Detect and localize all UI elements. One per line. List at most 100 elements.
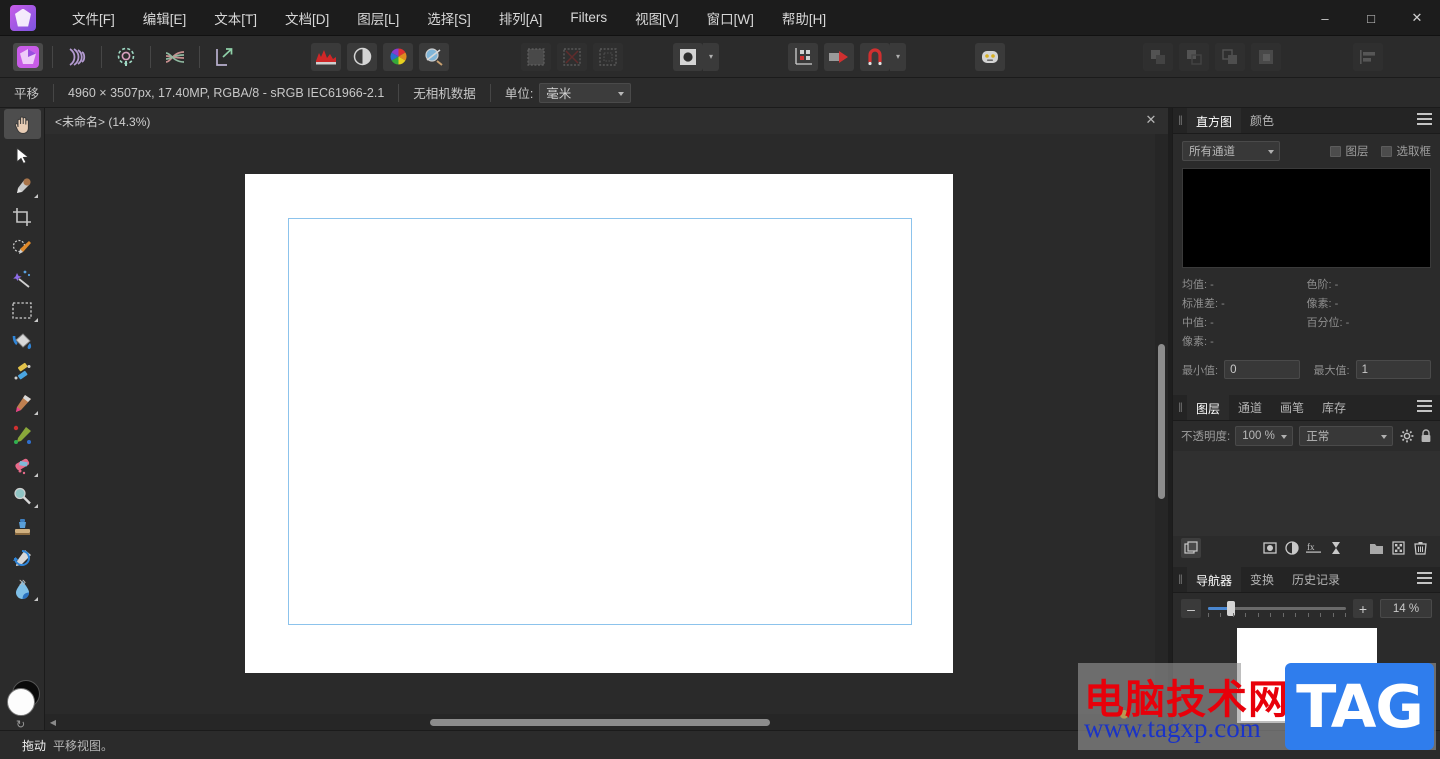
blend-mode-select[interactable]: 正常 bbox=[1299, 426, 1393, 446]
channel-select[interactable]: 所有通道 bbox=[1182, 141, 1280, 161]
boolean-intersect-button[interactable] bbox=[1215, 43, 1245, 71]
zoom-level-field[interactable]: 14 % bbox=[1380, 599, 1432, 618]
tool-magic-wand[interactable] bbox=[4, 264, 41, 294]
persona-photo[interactable] bbox=[13, 43, 43, 71]
add-adjustment-button[interactable] bbox=[1282, 538, 1302, 558]
vertical-scrollbar-thumb[interactable] bbox=[1158, 344, 1165, 499]
layers-panel-menu-icon[interactable] bbox=[1417, 400, 1432, 415]
vertical-scrollbar[interactable] bbox=[1155, 134, 1168, 714]
tool-crop[interactable] bbox=[4, 202, 41, 232]
horizontal-scrollbar[interactable]: ◀ bbox=[45, 714, 1168, 730]
opacity-select[interactable]: 100 % bbox=[1235, 426, 1293, 446]
add-effects-button[interactable]: fx bbox=[1304, 538, 1324, 558]
tab-stock[interactable]: 库存 bbox=[1313, 395, 1355, 420]
layer-group-button[interactable] bbox=[1181, 538, 1201, 558]
scroll-left-arrow-icon[interactable]: ◀ bbox=[45, 714, 61, 730]
menu-filters[interactable]: Filters bbox=[556, 6, 621, 29]
units-select[interactable]: 毫米 bbox=[539, 83, 631, 103]
add-mask-button[interactable] bbox=[1260, 538, 1280, 558]
mask-dropdown-caret[interactable]: ▾ bbox=[703, 43, 719, 71]
menu-help[interactable]: 帮助[H] bbox=[768, 4, 840, 32]
menu-view[interactable]: 视图[V] bbox=[621, 4, 693, 32]
tool-erase[interactable] bbox=[4, 450, 41, 480]
clear-selection-button[interactable] bbox=[557, 43, 587, 71]
boolean-subtract-button[interactable] bbox=[1179, 43, 1209, 71]
min-value-field[interactable]: 0 bbox=[1224, 360, 1299, 379]
menu-text[interactable]: 文本[T] bbox=[200, 4, 271, 32]
navigator-panel-grip-icon[interactable]: || bbox=[1173, 567, 1187, 592]
document-tab[interactable]: <未命名> (14.3%) bbox=[45, 108, 1168, 134]
panel-grip-icon[interactable]: || bbox=[1173, 108, 1187, 133]
tool-marquee[interactable] bbox=[4, 295, 41, 325]
grid-button[interactable] bbox=[788, 43, 818, 71]
histogram-panel-menu-icon[interactable] bbox=[1417, 113, 1432, 128]
menu-window[interactable]: 窗口[W] bbox=[693, 4, 768, 32]
tool-flood-fill[interactable] bbox=[4, 326, 41, 356]
zoom-slider[interactable] bbox=[1208, 599, 1346, 618]
max-value-field[interactable]: 1 bbox=[1356, 360, 1431, 379]
layer-checkbox[interactable] bbox=[1330, 146, 1341, 157]
menu-document[interactable]: 文档[D] bbox=[271, 4, 343, 32]
live-filter-button[interactable] bbox=[419, 43, 449, 71]
tool-color-replacement[interactable] bbox=[4, 419, 41, 449]
color-swatches[interactable]: ↻ bbox=[6, 680, 42, 726]
persona-develop[interactable] bbox=[111, 43, 141, 71]
refine-selection-button[interactable] bbox=[521, 43, 551, 71]
menu-file[interactable]: 文件[F] bbox=[58, 4, 129, 32]
tab-navigator[interactable]: 导航器 bbox=[1187, 567, 1241, 592]
marquee-checkbox[interactable] bbox=[1381, 146, 1392, 157]
navigator-panel-menu-icon[interactable] bbox=[1417, 572, 1432, 587]
more-tools-button[interactable]: » bbox=[0, 568, 45, 594]
tool-color-picker[interactable] bbox=[4, 171, 41, 201]
add-live-filter-button[interactable] bbox=[1326, 538, 1346, 558]
snapping-candidates-button[interactable] bbox=[824, 43, 854, 71]
assistant-manager-button[interactable] bbox=[975, 43, 1005, 71]
snapping-dropdown-caret[interactable]: ▾ bbox=[890, 43, 906, 71]
new-group-button[interactable] bbox=[1366, 538, 1386, 558]
tab-history[interactable]: 历史记录 bbox=[1283, 567, 1349, 592]
canvas-area[interactable] bbox=[45, 134, 1155, 714]
menu-select[interactable]: 选择[S] bbox=[413, 4, 485, 32]
gear-icon[interactable] bbox=[1400, 429, 1414, 443]
histogram-button[interactable] bbox=[311, 43, 341, 71]
tab-brushes[interactable]: 画笔 bbox=[1271, 395, 1313, 420]
tab-channels[interactable]: 通道 bbox=[1229, 395, 1271, 420]
tool-hand[interactable] bbox=[4, 109, 41, 139]
mask-button[interactable] bbox=[673, 43, 703, 71]
tool-paint-brush[interactable] bbox=[4, 388, 41, 418]
tab-histogram[interactable]: 直方图 bbox=[1187, 108, 1241, 133]
tab-layers[interactable]: 图层 bbox=[1187, 395, 1229, 420]
tab-color[interactable]: 颜色 bbox=[1241, 108, 1283, 133]
selection-rectangle[interactable] bbox=[288, 218, 912, 625]
boolean-divide-button[interactable] bbox=[1251, 43, 1281, 71]
delete-layer-button[interactable] bbox=[1410, 538, 1430, 558]
invert-selection-button[interactable] bbox=[593, 43, 623, 71]
document-tab-close-icon[interactable]: ✕ bbox=[1144, 113, 1158, 127]
foreground-color-swatch[interactable] bbox=[7, 688, 35, 716]
layers-list[interactable] bbox=[1173, 451, 1440, 536]
persona-liquify[interactable] bbox=[62, 43, 92, 71]
zoom-in-button[interactable]: + bbox=[1353, 599, 1373, 618]
align-button[interactable] bbox=[1353, 43, 1383, 71]
close-button[interactable]: ✕ bbox=[1394, 0, 1440, 36]
menu-arrange[interactable]: 排列[A] bbox=[485, 4, 557, 32]
menu-layer[interactable]: 图层[L] bbox=[343, 4, 413, 32]
tool-move[interactable] bbox=[4, 140, 41, 170]
boolean-add-button[interactable] bbox=[1143, 43, 1173, 71]
maximize-button[interactable]: □ bbox=[1348, 0, 1394, 36]
horizontal-scrollbar-thumb[interactable] bbox=[430, 719, 770, 726]
new-pixel-layer-button[interactable] bbox=[1388, 538, 1408, 558]
tool-dodge[interactable] bbox=[4, 481, 41, 511]
lock-icon[interactable] bbox=[1420, 429, 1432, 443]
color-wheel-button[interactable] bbox=[383, 43, 413, 71]
tab-transform[interactable]: 变换 bbox=[1241, 567, 1283, 592]
tool-clone-stamp[interactable] bbox=[4, 512, 41, 542]
persona-tone-mapping[interactable] bbox=[160, 43, 190, 71]
tool-gradient[interactable] bbox=[4, 357, 41, 387]
layers-panel-grip-icon[interactable]: || bbox=[1173, 395, 1187, 420]
adjustment-button[interactable] bbox=[347, 43, 377, 71]
minimize-button[interactable]: – bbox=[1302, 0, 1348, 36]
tool-selection-brush[interactable] bbox=[4, 233, 41, 263]
zoom-out-button[interactable]: – bbox=[1181, 599, 1201, 618]
menu-edit[interactable]: 编辑[E] bbox=[129, 4, 201, 32]
